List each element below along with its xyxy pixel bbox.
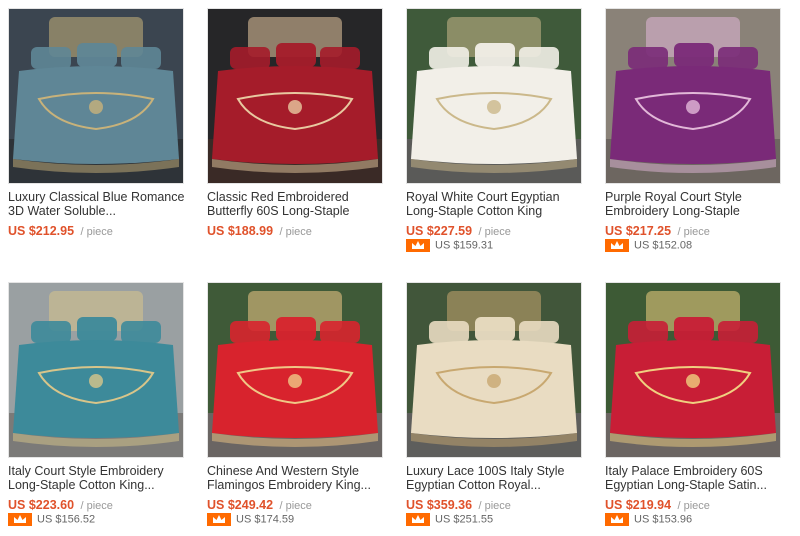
product-card[interactable]: Classic Red Embroidered Butterfly 60S Lo… <box>207 8 387 238</box>
product-title[interactable]: Luxury Classical Blue Romance 3D Water S… <box>8 190 186 220</box>
crown-icon <box>406 239 430 252</box>
product-card[interactable]: Purple Royal Court Style Embroidery Long… <box>605 8 785 254</box>
crown-icon <box>8 513 32 526</box>
product-price: US $212.95 <box>8 224 75 238</box>
product-price: US $217.25 <box>605 224 672 238</box>
product-title[interactable]: Italy Palace Embroidery 60S Egyptian Lon… <box>605 464 783 494</box>
crown-icon <box>207 513 231 526</box>
product-card[interactable]: Luxury Lace 100S Italy Style Egyptian Co… <box>406 282 586 528</box>
product-title[interactable]: Purple Royal Court Style Embroidery Long… <box>605 190 783 220</box>
product-price: US $249.42 <box>207 498 274 512</box>
original-price-line: US $153.96 <box>605 513 785 528</box>
product-title[interactable]: Classic Red Embroidered Butterfly 60S Lo… <box>207 190 385 220</box>
original-price: US $159.31 <box>435 239 494 252</box>
price-line: US $227.59 / piece <box>406 222 586 238</box>
price-unit: / piece <box>478 226 511 238</box>
product-price: US $227.59 <box>406 224 473 238</box>
product-price: US $219.94 <box>605 498 672 512</box>
product-card[interactable]: Luxury Classical Blue Romance 3D Water S… <box>8 8 188 238</box>
product-title[interactable]: Royal White Court Egyptian Long-Staple C… <box>406 190 584 220</box>
product-title[interactable]: Italy Court Style Embroidery Long-Staple… <box>8 464 186 494</box>
original-price-line: US $152.08 <box>605 239 785 254</box>
price-unit: / piece <box>279 500 312 512</box>
product-price: US $359.36 <box>406 498 473 512</box>
original-price-line: US $174.59 <box>207 513 387 528</box>
price-unit: / piece <box>279 226 312 238</box>
product-card[interactable]: Chinese And Western Style Flamingos Embr… <box>207 282 387 528</box>
price-line: US $359.36 / piece <box>406 496 586 512</box>
price-unit: / piece <box>80 226 113 238</box>
original-price: US $251.55 <box>435 513 494 526</box>
product-price: US $223.60 <box>8 498 75 512</box>
product-image[interactable] <box>207 8 383 184</box>
product-image[interactable] <box>605 282 781 458</box>
price-line: US $249.42 / piece <box>207 496 387 512</box>
original-price: US $152.08 <box>634 239 693 252</box>
original-price: US $174.59 <box>236 513 295 526</box>
product-image[interactable] <box>207 282 383 458</box>
product-price: US $188.99 <box>207 224 274 238</box>
product-title[interactable]: Luxury Lace 100S Italy Style Egyptian Co… <box>406 464 584 494</box>
price-line: US $217.25 / piece <box>605 222 785 238</box>
original-price: US $153.96 <box>634 513 693 526</box>
product-title[interactable]: Chinese And Western Style Flamingos Embr… <box>207 464 385 494</box>
product-card[interactable]: Italy Palace Embroidery 60S Egyptian Lon… <box>605 282 785 528</box>
price-unit: / piece <box>677 226 710 238</box>
crown-icon <box>406 513 430 526</box>
original-price-line: US $159.31 <box>406 239 586 254</box>
product-card[interactable]: Royal White Court Egyptian Long-Staple C… <box>406 8 586 254</box>
original-price: US $156.52 <box>37 513 96 526</box>
product-card[interactable]: Italy Court Style Embroidery Long-Staple… <box>8 282 188 528</box>
crown-icon <box>605 239 629 252</box>
price-line: US $223.60 / piece <box>8 496 188 512</box>
price-unit: / piece <box>80 500 113 512</box>
price-line: US $188.99 / piece <box>207 222 387 238</box>
product-image[interactable] <box>8 282 184 458</box>
original-price-line: US $251.55 <box>406 513 586 528</box>
product-image[interactable] <box>406 8 582 184</box>
price-line: US $219.94 / piece <box>605 496 785 512</box>
price-unit: / piece <box>478 500 511 512</box>
product-image[interactable] <box>605 8 781 184</box>
product-image[interactable] <box>406 282 582 458</box>
original-price-line: US $156.52 <box>8 513 188 528</box>
price-line: US $212.95 / piece <box>8 222 188 238</box>
product-image[interactable] <box>8 8 184 184</box>
price-unit: / piece <box>677 500 710 512</box>
crown-icon <box>605 513 629 526</box>
